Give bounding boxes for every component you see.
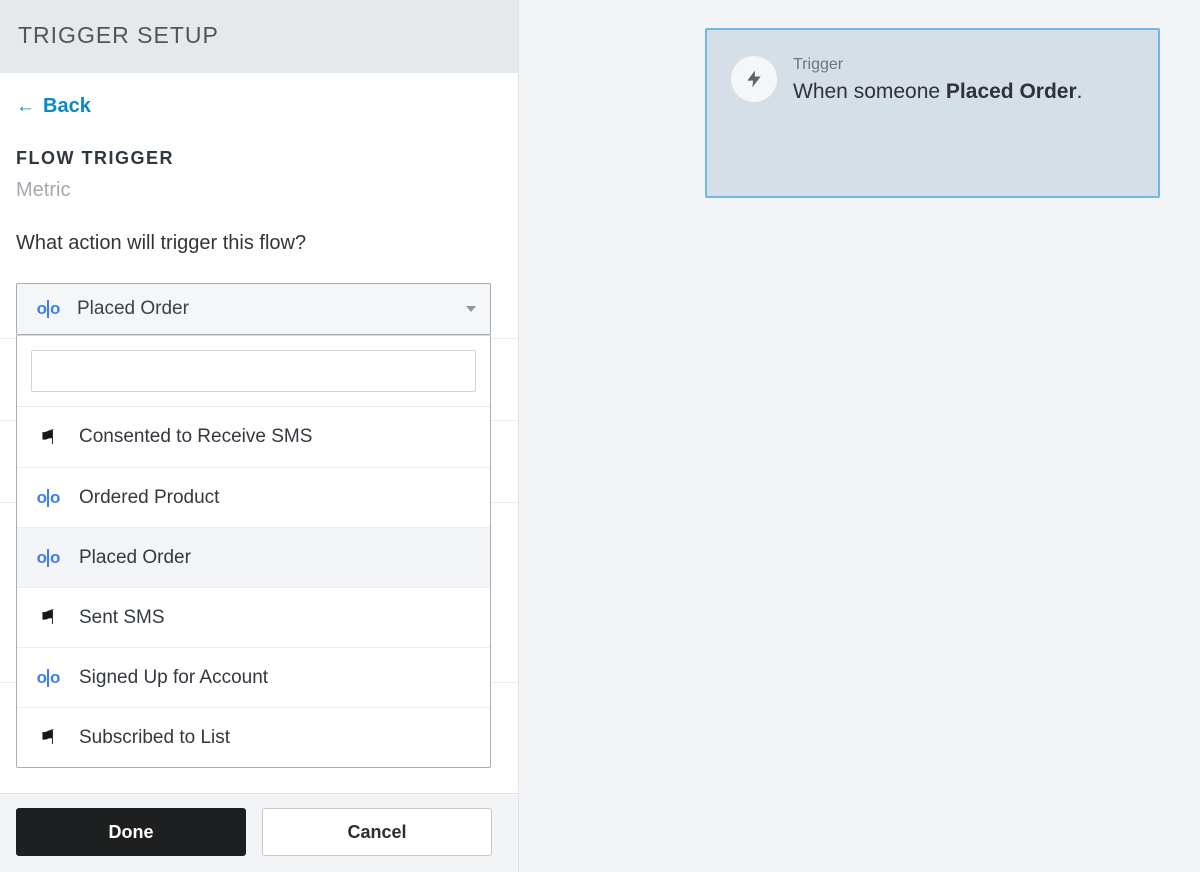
option-placed-order[interactable]: oo Placed Order xyxy=(17,527,490,587)
cancel-button[interactable]: Cancel xyxy=(262,808,492,856)
option-label: Consented to Receive SMS xyxy=(79,426,312,448)
flag-icon: ⚑ xyxy=(31,425,65,450)
panel-title: TRIGGER SETUP xyxy=(18,22,500,49)
trigger-sentence-strong: Placed Order xyxy=(946,80,1077,103)
metric-dropdown: ⚑ Consented to Receive SMS oo Ordered Pr… xyxy=(16,335,491,768)
option-subscribed-to-list[interactable]: ⚑ Subscribed to List xyxy=(17,707,490,767)
option-sent-sms[interactable]: ⚑ Sent SMS xyxy=(17,587,490,647)
trigger-subtype: Metric xyxy=(16,179,502,202)
trigger-question: What action will trigger this flow? xyxy=(16,232,502,255)
flow-canvas[interactable]: Trigger When someone Placed Order. xyxy=(519,0,1200,872)
trigger-card-icon-wrap xyxy=(731,56,777,102)
olo-icon: oo xyxy=(31,668,65,688)
back-label: Back xyxy=(43,95,91,118)
lightning-icon xyxy=(744,67,764,91)
done-button[interactable]: Done xyxy=(16,808,246,856)
olo-icon: oo xyxy=(31,548,65,568)
option-signed-up-for-account[interactable]: oo Signed Up for Account xyxy=(17,647,490,707)
flag-icon: ⚑ xyxy=(31,725,65,750)
metric-select: oo Placed Order ⚑ Consented to Receive S… xyxy=(16,283,491,335)
trigger-setup-panel: TRIGGER SETUP ← Back FLOW TRIGGER Metric… xyxy=(0,0,519,872)
option-ordered-product[interactable]: oo Ordered Product xyxy=(17,467,490,527)
panel-footer: Done Cancel xyxy=(0,793,518,872)
flow-trigger-heading: FLOW TRIGGER xyxy=(16,148,502,169)
option-label: Signed Up for Account xyxy=(79,667,268,689)
metric-selected-label: Placed Order xyxy=(77,298,454,320)
option-label: Placed Order xyxy=(79,547,191,569)
trigger-kicker: Trigger xyxy=(793,56,1083,74)
flag-icon: ⚑ xyxy=(31,605,65,630)
chevron-down-icon xyxy=(466,306,476,312)
metric-select-display[interactable]: oo Placed Order xyxy=(16,283,491,335)
option-label: Ordered Product xyxy=(79,487,219,509)
option-label: Sent SMS xyxy=(79,607,165,629)
trigger-card[interactable]: Trigger When someone Placed Order. xyxy=(705,28,1160,198)
option-label: Subscribed to List xyxy=(79,727,230,749)
olo-icon: oo xyxy=(31,299,65,319)
dropdown-search-wrap xyxy=(17,336,490,407)
dropdown-list: ⚑ Consented to Receive SMS oo Ordered Pr… xyxy=(17,407,490,767)
trigger-sentence-prefix: When someone xyxy=(793,80,946,103)
option-consented-to-receive-sms[interactable]: ⚑ Consented to Receive SMS xyxy=(17,407,490,467)
dropdown-search-input[interactable] xyxy=(31,350,476,392)
back-button[interactable]: ← Back xyxy=(16,95,91,118)
panel-header: TRIGGER SETUP xyxy=(0,0,518,73)
trigger-sentence: When someone Placed Order. xyxy=(793,80,1083,104)
trigger-sentence-suffix: . xyxy=(1077,80,1083,103)
cancel-label: Cancel xyxy=(347,822,406,843)
arrow-left-icon: ← xyxy=(16,97,35,116)
olo-icon: oo xyxy=(31,488,65,508)
panel-body: ← Back FLOW TRIGGER Metric What action w… xyxy=(0,73,518,793)
trigger-card-text: Trigger When someone Placed Order. xyxy=(793,56,1083,170)
done-label: Done xyxy=(109,822,154,843)
